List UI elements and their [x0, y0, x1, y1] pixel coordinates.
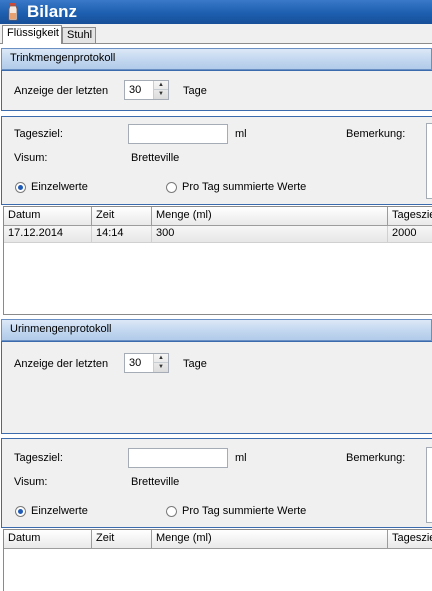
- urine-radio-summed[interactable]: [166, 506, 177, 517]
- col-zeit[interactable]: Zeit: [92, 207, 152, 225]
- tab-fluessigkeit[interactable]: Flüssigkeit: [2, 25, 62, 44]
- tab-strip: Flüssigkeit Stuhl: [0, 24, 432, 44]
- col-tagesziel[interactable]: Tagesziel: [388, 530, 432, 548]
- tab-stuhl[interactable]: Stuhl: [62, 27, 96, 43]
- urine-section-header: Urinmengenprotokoll: [1, 319, 432, 341]
- urine-table[interactable]: Datum Zeit Menge (ml) Tagesziel: [3, 529, 432, 591]
- urine-visum-label: Visum:: [14, 476, 48, 488]
- urine-remark-field[interactable]: [426, 447, 432, 523]
- urine-filter-box: Anzeige der letzten 30 ▲ ▼ Tage: [1, 341, 432, 434]
- urine-days-value: 30: [129, 357, 142, 369]
- spin-up-icon[interactable]: ▲: [154, 81, 168, 90]
- drink-goal-box: Tagesziel: ml Bemerkung: Visum: Brettevi…: [1, 116, 432, 205]
- cell-menge: 300: [152, 226, 388, 242]
- drink-unit-label: ml: [235, 128, 247, 140]
- drink-remark-label: Bemerkung:: [346, 128, 406, 140]
- drink-goal-label: Tagesziel:: [14, 128, 63, 140]
- urine-visum-value: Bretteville: [131, 476, 180, 488]
- drink-remark-field[interactable]: [426, 123, 432, 199]
- drink-days-label: Tage: [183, 85, 207, 97]
- bottle-icon: [8, 3, 18, 21]
- drink-table[interactable]: Datum Zeit Menge (ml) Tagesziel 17.12.20…: [3, 206, 432, 315]
- drink-visum-label: Visum:: [14, 152, 48, 164]
- spin-up-icon[interactable]: ▲: [154, 354, 168, 363]
- drink-radio-single[interactable]: [15, 182, 26, 193]
- urine-show-last-label: Anzeige der letzten: [14, 358, 109, 370]
- cell-datum: 17.12.2014: [4, 226, 92, 242]
- urine-radio-single[interactable]: [15, 506, 26, 517]
- title-bar: Bilanz: [0, 0, 432, 24]
- col-datum[interactable]: Datum: [4, 530, 92, 548]
- drink-section-title: Trinkmengenprotokoll: [10, 52, 116, 64]
- urine-goal-box: Tagesziel: ml Bemerkung: Visum: Brettevi…: [1, 438, 432, 528]
- col-tagesziel[interactable]: Tagesziel: [388, 207, 432, 225]
- drink-radio-summed-label[interactable]: Pro Tag summierte Werte: [182, 181, 306, 193]
- urine-days-stepper[interactable]: 30 ▲ ▼: [124, 353, 169, 373]
- urine-days-label: Tage: [183, 358, 207, 370]
- window-title: Bilanz: [27, 2, 78, 21]
- drink-radio-single-label[interactable]: Einzelwerte: [31, 181, 88, 193]
- urine-radio-summed-label[interactable]: Pro Tag summierte Werte: [182, 505, 306, 517]
- table-row[interactable]: 17.12.2014 14:14 300 2000: [4, 226, 432, 243]
- spin-down-icon[interactable]: ▼: [154, 363, 168, 372]
- col-menge[interactable]: Menge (ml): [152, 207, 388, 225]
- urine-unit-label: ml: [235, 452, 247, 464]
- urine-table-header: Datum Zeit Menge (ml) Tagesziel: [4, 530, 432, 549]
- col-datum[interactable]: Datum: [4, 207, 92, 225]
- cell-zeit: 14:14: [92, 226, 152, 242]
- col-zeit[interactable]: Zeit: [92, 530, 152, 548]
- drink-radio-summed[interactable]: [166, 182, 177, 193]
- urine-goal-label: Tagesziel:: [14, 452, 63, 464]
- drink-days-stepper[interactable]: 30 ▲ ▼: [124, 80, 169, 100]
- urine-radio-single-label[interactable]: Einzelwerte: [31, 505, 88, 517]
- urine-goal-input[interactable]: [128, 448, 228, 468]
- col-menge[interactable]: Menge (ml): [152, 530, 388, 548]
- drink-table-header: Datum Zeit Menge (ml) Tagesziel: [4, 207, 432, 226]
- drink-section-header: Trinkmengenprotokoll: [1, 48, 432, 70]
- spin-down-icon[interactable]: ▼: [154, 90, 168, 99]
- urine-section-title: Urinmengenprotokoll: [10, 323, 112, 335]
- cell-tagesziel: 2000: [392, 227, 417, 239]
- drink-goal-input[interactable]: [128, 124, 228, 144]
- drink-days-value: 30: [129, 84, 142, 96]
- drink-filter-box: Anzeige der letzten 30 ▲ ▼ Tage: [1, 70, 432, 111]
- urine-remark-label: Bemerkung:: [346, 452, 406, 464]
- drink-visum-value: Bretteville: [131, 152, 180, 164]
- drink-show-last-label: Anzeige der letzten: [14, 85, 109, 97]
